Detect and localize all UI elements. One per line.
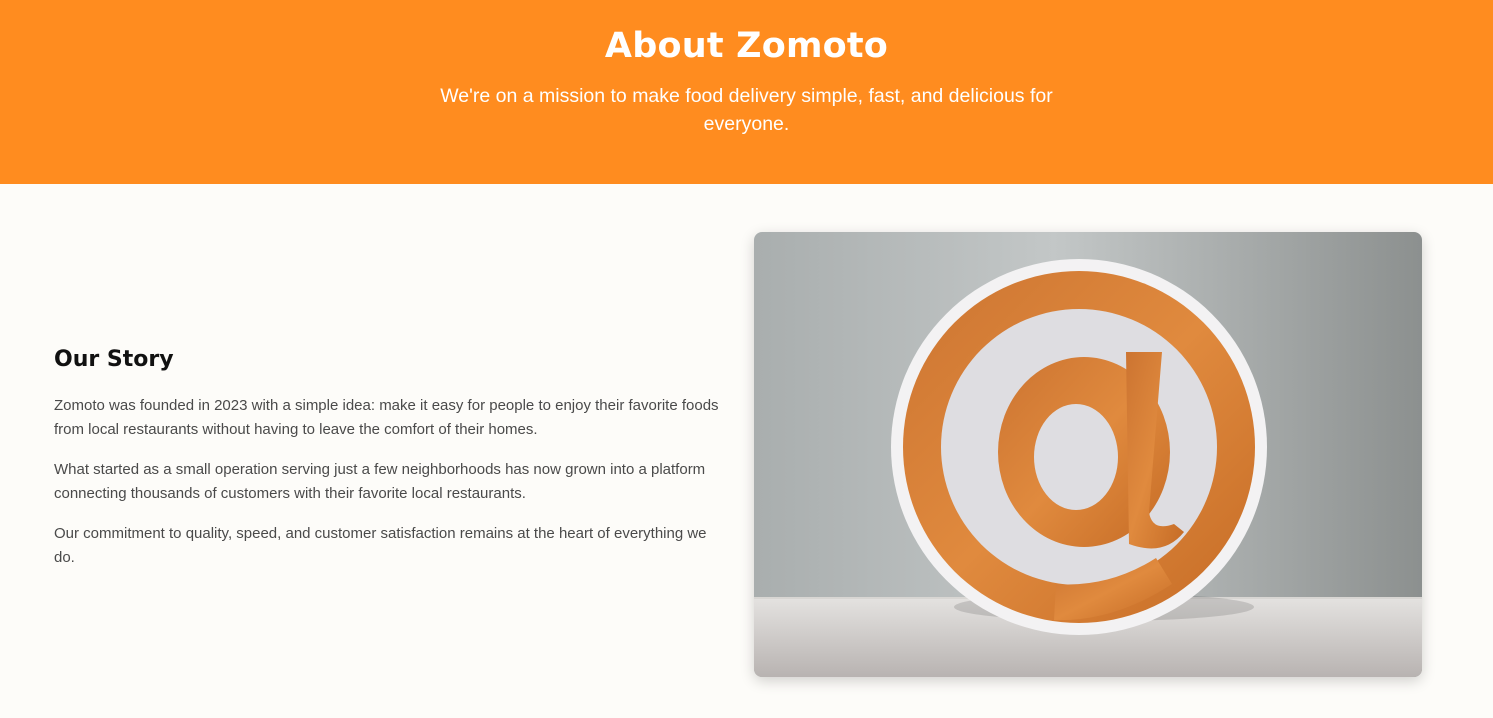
story-image [754,232,1422,677]
hero-banner: About Zomoto We're on a mission to make … [0,0,1493,184]
story-paragraph: What started as a small operation servin… [54,461,706,502]
hero-subtitle: We're on a mission to make food delivery… [440,85,1053,135]
page-title: About Zomoto [604,26,889,66]
story-paragraph: Our commitment to quality, speed, and cu… [54,525,707,566]
our-story-section: Our Story Zomoto was founded in 2023 wit… [54,344,726,586]
section-heading: Our Story [54,347,174,372]
at-sign-photo [754,232,1422,677]
story-paragraph: Zomoto was founded in 2023 with a simple… [54,397,719,438]
